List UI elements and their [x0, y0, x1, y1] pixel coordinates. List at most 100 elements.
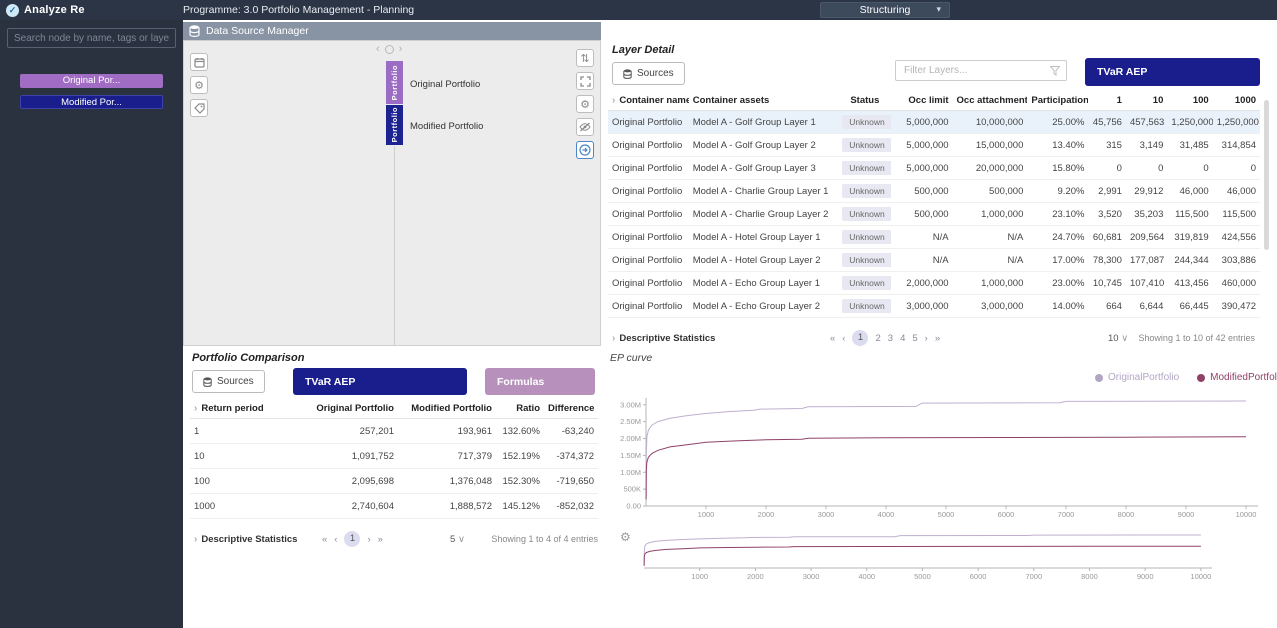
column-header[interactable]: Container assets: [689, 95, 839, 106]
first-page-button[interactable]: «: [322, 534, 327, 545]
svg-text:2.00M: 2.00M: [620, 434, 641, 443]
search-input[interactable]: [7, 28, 176, 48]
chevron-down-icon: ▾: [936, 4, 941, 15]
comparison-tvar-aep-button[interactable]: TVaR AEP: [293, 368, 467, 395]
sidebar-item-modified-portfolio[interactable]: Modified Por...: [20, 95, 163, 109]
gear-icon: ⚙: [580, 98, 590, 111]
page-button[interactable]: 1: [852, 330, 868, 346]
table-cell: 1,091,752: [298, 451, 398, 462]
legend-original-portfolio[interactable]: OriginalPortfolio: [1095, 372, 1179, 383]
column-header[interactable]: Ratio: [496, 403, 544, 414]
table-row[interactable]: Original PortfolioModel A - Golf Group L…: [608, 134, 1260, 157]
column-header[interactable]: Difference: [544, 403, 598, 414]
sidebar-item-original-portfolio[interactable]: Original Por...: [20, 74, 163, 88]
page-button[interactable]: 3: [888, 333, 893, 344]
structuring-dropdown[interactable]: Structuring ▾: [820, 2, 950, 18]
tags-button[interactable]: [190, 99, 208, 117]
formulas-button[interactable]: Formulas: [485, 368, 595, 395]
table-row[interactable]: Original PortfolioModel A - Echo Group L…: [608, 272, 1260, 295]
table-cell: 35,203: [1126, 209, 1167, 220]
column-header[interactable]: 100: [1167, 95, 1212, 106]
fit-view-button[interactable]: [576, 72, 594, 90]
page-button[interactable]: 5: [912, 333, 917, 344]
prev-page-button[interactable]: ‹: [334, 534, 337, 545]
table-row[interactable]: 101,091,752717,379152.19%-374,372: [190, 444, 598, 469]
table-row[interactable]: Original PortfolioModel A - Echo Group L…: [608, 295, 1260, 318]
comparison-sources-tab[interactable]: Sources: [192, 370, 265, 393]
canvas-settings-button[interactable]: ⚙: [576, 95, 594, 113]
page-size-select[interactable]: 10 ∨: [1108, 333, 1128, 344]
portfolio-comparison-table: ›Return periodOriginal PortfolioModified…: [190, 398, 598, 519]
column-header[interactable]: ›Return period: [190, 403, 298, 414]
layer-detail-sources-tab[interactable]: Sources: [612, 62, 685, 85]
svg-text:4000: 4000: [858, 572, 875, 581]
column-header[interactable]: Status: [838, 95, 891, 106]
table-cell: Unknown: [838, 184, 891, 198]
expander-icon[interactable]: ›: [612, 333, 615, 344]
table-cell: N/A: [891, 232, 952, 243]
last-page-button[interactable]: »: [378, 534, 383, 545]
status-badge: Unknown: [842, 276, 891, 290]
filter-layers-input[interactable]: [895, 60, 1067, 81]
table-row[interactable]: Original PortfolioModel A - Hotel Group …: [608, 249, 1260, 272]
column-header[interactable]: Original Portfolio: [298, 403, 398, 414]
descriptive-statistics-toggle[interactable]: Descriptive Statistics: [201, 534, 297, 545]
data-source-manager-header[interactable]: Data Source Manager: [183, 22, 601, 40]
legend-modified-portfolio[interactable]: ModifiedPortfolio: [1197, 372, 1277, 383]
table-row[interactable]: Original PortfolioModel A - Charlie Grou…: [608, 180, 1260, 203]
table-row[interactable]: Original PortfolioModel A - Hotel Group …: [608, 226, 1260, 249]
prev-page-button[interactable]: ‹: [842, 333, 845, 344]
last-page-button[interactable]: »: [935, 333, 940, 344]
column-header[interactable]: Modified Portfolio: [398, 403, 496, 414]
page-size-select[interactable]: 5 ∨: [450, 534, 465, 545]
hide-button[interactable]: [576, 118, 594, 136]
expander-icon[interactable]: ›: [194, 403, 197, 414]
page-button[interactable]: 4: [900, 333, 905, 344]
table-row[interactable]: Original PortfolioModel A - Golf Group L…: [608, 157, 1260, 180]
svg-text:7000: 7000: [1025, 572, 1042, 581]
expander-icon[interactable]: ›: [194, 534, 197, 545]
chart-settings-gear-icon[interactable]: ⚙: [620, 530, 631, 544]
table-cell: Model A - Charlie Group Layer 1: [689, 186, 839, 197]
column-header[interactable]: ›Container name: [608, 95, 689, 106]
svg-text:500K: 500K: [623, 485, 641, 494]
column-header[interactable]: 1: [1088, 95, 1125, 106]
table-scrollbar[interactable]: [1264, 100, 1269, 250]
settings-button[interactable]: ⚙: [190, 76, 208, 94]
next-page-button[interactable]: ›: [367, 534, 370, 545]
table-row[interactable]: 1257,201193,961132.60%-63,240: [190, 419, 598, 444]
node-modified-portfolio[interactable]: Portfolio: [386, 105, 403, 145]
nav-right-icon[interactable]: ›: [399, 43, 403, 55]
table-cell: Unknown: [838, 115, 891, 129]
column-header[interactable]: Participation: [1027, 95, 1088, 106]
sort-layout-button[interactable]: ⇅: [576, 49, 594, 67]
calendar-button[interactable]: [190, 53, 208, 71]
column-header[interactable]: 1000: [1213, 95, 1260, 106]
descriptive-statistics-toggle[interactable]: Descriptive Statistics: [619, 333, 715, 344]
node-original-portfolio[interactable]: Portfolio: [386, 61, 403, 104]
node-label-original[interactable]: Original Portfolio: [410, 79, 480, 90]
column-header[interactable]: Occ limit: [891, 95, 952, 106]
tvar-aep-button[interactable]: TVaR AEP: [1085, 58, 1260, 86]
dsm-canvas[interactable]: ‹ › ⚙ ⇅ ⚙ Portfolio Original Portfolio P…: [183, 40, 601, 346]
table-row[interactable]: Original PortfolioModel A - Golf Group L…: [608, 111, 1260, 134]
page-button[interactable]: 1: [344, 531, 360, 547]
table-row[interactable]: 1002,095,6981,376,048152.30%-719,650: [190, 469, 598, 494]
page-button[interactable]: 2: [875, 333, 880, 344]
ep-curve-chart[interactable]: 1000200030004000500060007000800090001000…: [610, 392, 1268, 524]
node-label-modified[interactable]: Modified Portfolio: [410, 121, 483, 132]
nav-center-icon[interactable]: [385, 45, 394, 54]
ep-curve-overview-chart[interactable]: 1000200030004000500060007000800090001000…: [640, 528, 1220, 584]
series-ModifiedPortfolio: [646, 437, 1246, 500]
column-header[interactable]: Occ attachment: [953, 95, 1028, 106]
go-button[interactable]: [576, 141, 594, 159]
first-page-button[interactable]: «: [830, 333, 835, 344]
next-page-button[interactable]: ›: [925, 333, 928, 344]
table-row[interactable]: 10002,740,6041,888,572145.12%-852,032: [190, 494, 598, 519]
expander-icon[interactable]: ›: [612, 95, 615, 106]
table-cell: 6,644: [1126, 301, 1167, 312]
column-header[interactable]: 10: [1126, 95, 1167, 106]
table-cell: 390,472: [1213, 301, 1260, 312]
table-row[interactable]: Original PortfolioModel A - Charlie Grou…: [608, 203, 1260, 226]
nav-left-icon[interactable]: ‹: [376, 43, 380, 55]
